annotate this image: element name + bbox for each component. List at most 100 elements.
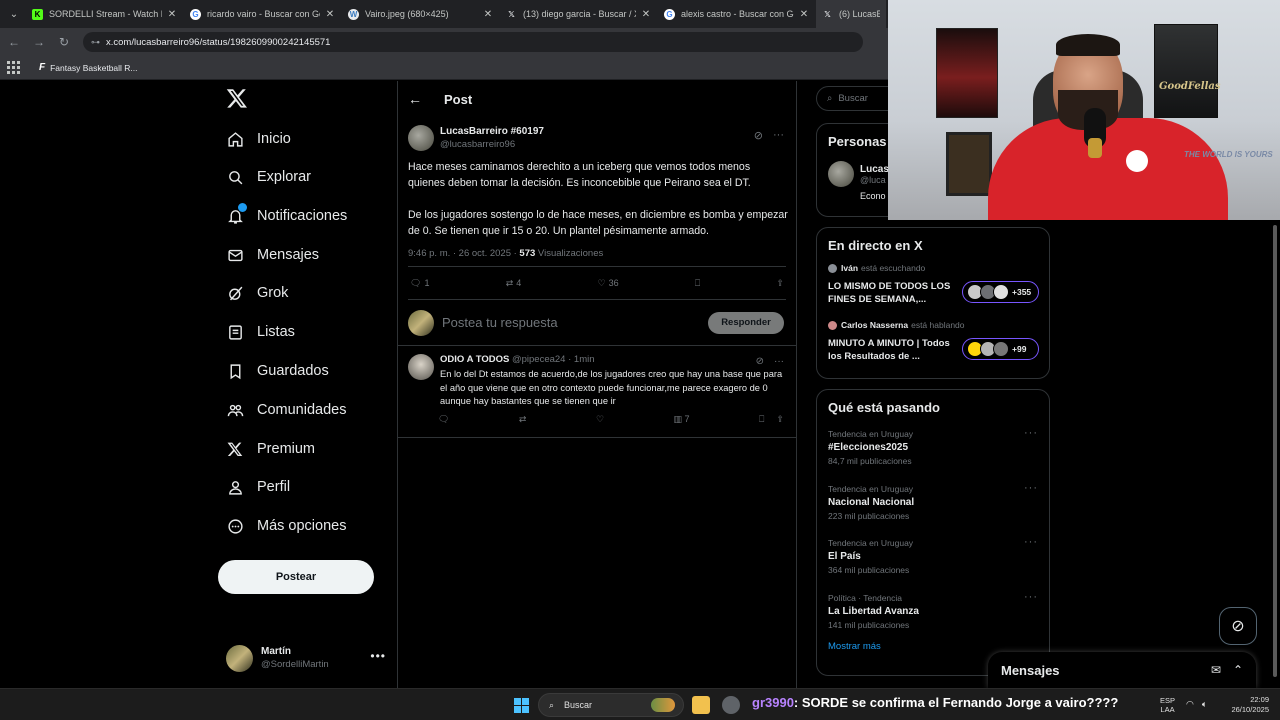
back-arrow-icon[interactable]: ← (408, 91, 422, 107)
scrollbar-thumb[interactable] (1273, 225, 1277, 677)
avatar[interactable] (408, 125, 434, 151)
apps-grid-icon[interactable] (7, 60, 21, 75)
x-logo-icon[interactable] (226, 87, 256, 117)
trend-count: 84,7 mil publicaciones (828, 456, 912, 466)
share-icon[interactable]: ⇪ (776, 414, 784, 425)
browser-tab-active[interactable]: 𝕏 (6) LucasBarr (816, 0, 886, 28)
share-icon: ⇪ (776, 277, 784, 288)
share-action[interactable]: ⇪ (776, 278, 784, 289)
trend-item[interactable]: Tendencia en Uruguay #Elecciones2025 84,… (817, 427, 1049, 482)
nav-item-more[interactable]: Más opciones (226, 511, 346, 541)
nav-item-home[interactable]: Inicio (226, 124, 291, 154)
heart-icon[interactable]: ♡ (596, 414, 604, 425)
nav-item-grok[interactable]: Grok (226, 278, 288, 308)
tab-search-dropdown[interactable]: ⌄ (2, 2, 26, 26)
browser-tab[interactable]: G ricardo vairo - Buscar con Goog ✕ (184, 0, 342, 28)
movie-poster: GoodFellas (1154, 24, 1221, 118)
tab-close-icon[interactable]: ✕ (798, 9, 810, 20)
nav-item-profile[interactable]: Perfil (226, 472, 290, 502)
listener-count: +355 (1012, 287, 1032, 297)
tab-close-icon[interactable]: ✕ (166, 9, 178, 20)
bookmark-icon[interactable]: ⎕ (759, 414, 764, 425)
live-space[interactable]: Iván está escuchando LO MISMO DE TODOS LO… (817, 263, 1049, 306)
views-action[interactable]: ▥ 7 (674, 414, 690, 425)
new-message-icon[interactable]: ✉ (1211, 663, 1221, 677)
repost-icon[interactable]: ⇄ (519, 414, 527, 425)
live-space-title: LO MISMO DE TODOS LOS FINES DE SEMANA,..… (828, 281, 951, 305)
more-dots-icon[interactable]: ··· (1024, 482, 1038, 494)
volume-icon[interactable]: 🔈︎ (1202, 699, 1207, 710)
bookmark-item[interactable]: F Fantasy Basketball R... (39, 62, 138, 73)
more-dots-icon[interactable]: ··· (1024, 591, 1038, 603)
tab-close-icon[interactable]: ✕ (640, 9, 652, 20)
author-handle[interactable]: @lucasbarreiro96 (440, 139, 544, 150)
reply-author-name[interactable]: ODIO A TODOS (440, 354, 509, 365)
like-action[interactable]: ♡ 36 (597, 278, 618, 289)
windows-start-icon[interactable] (514, 698, 529, 713)
live-space[interactable]: Carlos Nasserna está hablando MINUTO A MI… (817, 320, 1049, 363)
live-listeners-pill[interactable]: +355 (962, 281, 1039, 303)
tab-close-icon[interactable]: ✕ (324, 9, 336, 20)
more-dots-icon[interactable]: ··· (1024, 536, 1038, 548)
more-dots-icon[interactable]: ··· (1024, 427, 1038, 439)
clock-date: 26/10/2025 (1231, 705, 1269, 714)
post-button[interactable]: Postear (218, 560, 374, 594)
back-arrow-icon[interactable]: ← (3, 31, 25, 53)
post-timestamp[interactable]: 9:46 p. m. · 26 oct. 2025 · (408, 248, 519, 259)
reply-time[interactable]: · 1min (568, 354, 594, 365)
browser-tab[interactable]: 𝕏 (13) diego garcia - Buscar / X ✕ (500, 0, 658, 28)
taskbar-search[interactable]: ⌕ Buscar (538, 693, 684, 717)
reply-input[interactable]: Postea tu respuesta (442, 315, 708, 330)
trend-item[interactable]: Política · Tendencia La Libertad Avanza … (817, 591, 1049, 646)
scrollbar[interactable] (1270, 221, 1280, 688)
reply-author-handle[interactable]: @pipecea24 (512, 354, 566, 365)
tab-close-icon[interactable]: ✕ (482, 9, 494, 20)
author-name[interactable]: LucasBarreiro #60197 (440, 126, 544, 137)
avatar (828, 263, 837, 273)
trend-item[interactable]: Tendencia en Uruguay El País 364 mil pub… (817, 536, 1049, 591)
nav-item-communities[interactable]: Comunidades (226, 395, 346, 425)
nav-item-notifications[interactable]: Notificaciones (226, 201, 347, 231)
grok-icon[interactable]: ⊘ (756, 356, 764, 367)
bookmark-action[interactable]: ⎕ (695, 278, 700, 289)
nav-item-bookmarks[interactable]: Guardados (226, 356, 329, 386)
wifi-icon[interactable]: ◠ (1186, 699, 1194, 710)
browser-tab[interactable]: K SORDELLI Stream - Watch Live o ✕ (26, 0, 184, 28)
chevron-up-icon[interactable]: ⌃ (1233, 663, 1243, 677)
trend-name: La Libertad Avanza (828, 605, 919, 617)
nav-item-premium[interactable]: Premium (226, 434, 315, 464)
site-info-icon[interactable]: ⊶ (91, 37, 100, 48)
heart-icon: ♡ (597, 277, 606, 288)
chrome-icon[interactable] (722, 696, 740, 714)
grok-float-button[interactable]: ⊘ (1219, 607, 1257, 645)
system-clock[interactable]: 22:09 26/10/2025 (1225, 695, 1269, 715)
nav-item-lists[interactable]: Listas (226, 317, 295, 347)
avatar[interactable] (408, 354, 434, 380)
forward-arrow-icon[interactable]: → (28, 31, 50, 53)
reload-icon[interactable]: ↻ (53, 31, 75, 53)
grok-icon[interactable]: ⊘ (754, 129, 763, 142)
reply-action[interactable]: 🗨︎ 1 (410, 278, 429, 289)
more-dots-icon[interactable]: ··· (773, 129, 784, 142)
language-indicator[interactable]: ESP LAA (1160, 696, 1175, 714)
live-host: Iván (841, 263, 859, 273)
live-listeners-pill[interactable]: +99 (962, 338, 1039, 360)
reply-button[interactable]: Responder (708, 311, 784, 334)
browser-tab[interactable]: G alexis castro - Buscar con Goog ✕ (658, 0, 816, 28)
nav-item-messages[interactable]: Mensajes (226, 240, 319, 270)
browser-tab[interactable]: W Vairo.jpeg (680×425) ✕ (342, 0, 500, 28)
repost-action[interactable]: ⇄ 4 (506, 278, 522, 289)
messages-drawer[interactable]: Mensajes ✉ ⌃ (988, 652, 1256, 688)
reply-icon[interactable]: 🗨︎ (438, 414, 449, 425)
nav-item-explore[interactable]: Explorar (226, 162, 311, 192)
live-space-title: MINUTO A MINUTO | Todos los Resultados d… (828, 338, 950, 362)
reply-post[interactable]: ODIO A TODOS @pipecea24 · 1min En lo del… (398, 346, 796, 438)
account-switcher[interactable]: Martín @SordelliMartin ••• (226, 643, 386, 673)
trend-item[interactable]: Tendencia en Uruguay Nacional Nacional 2… (817, 482, 1049, 537)
file-explorer-icon[interactable] (692, 696, 710, 714)
reply-text: En lo del Dt estamos de acuerdo,de los j… (440, 369, 783, 406)
url-input[interactable]: ⊶ x.com/lucasbarreiro96/status/198260990… (83, 32, 863, 52)
more-dots-icon[interactable]: ••• (370, 649, 386, 663)
communities-icon (226, 401, 244, 419)
more-dots-icon[interactable]: ··· (774, 356, 784, 367)
